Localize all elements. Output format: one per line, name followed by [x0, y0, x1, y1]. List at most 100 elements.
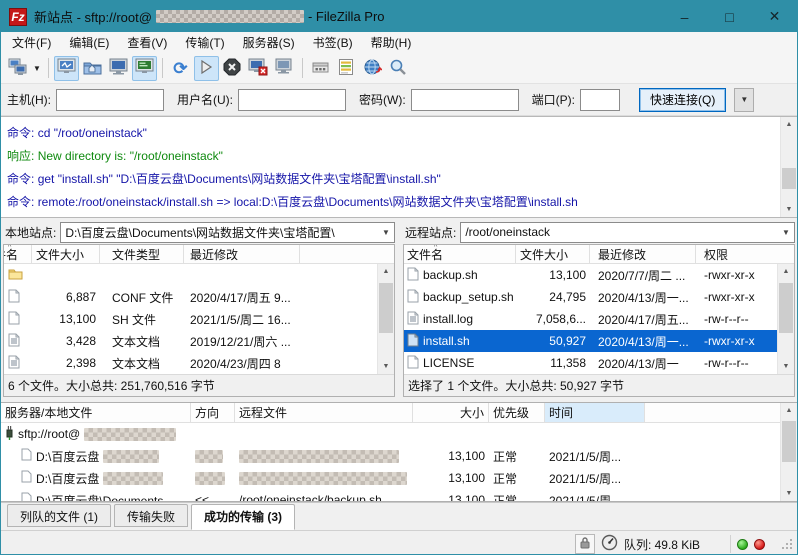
disconnect-button[interactable] — [246, 56, 271, 81]
remote-list-scrollbar[interactable]: ▲ ▼ — [777, 264, 794, 374]
remote-column-filename[interactable]: ^文件名 — [404, 245, 516, 263]
site-manager-button[interactable] — [5, 56, 30, 81]
tab-failed-transfers[interactable]: 传输失败 — [114, 504, 188, 527]
local-column-modified[interactable]: 最近修改 — [184, 245, 300, 263]
menu-item-file[interactable]: 文件(F) — [3, 32, 60, 53]
close-button[interactable]: ✕ — [752, 1, 797, 32]
table-row[interactable]: backup_setup.sh 24,795 2020/4/13/周一... -… — [404, 286, 777, 308]
remote-column-modified[interactable]: 最近修改 — [590, 245, 696, 263]
remote-column-perms[interactable]: 权限 — [696, 245, 778, 263]
remote-tree-icon — [109, 58, 128, 78]
scroll-down-icon[interactable]: ▼ — [781, 202, 797, 217]
local-list-scrollbar[interactable]: ▲ ▼ — [377, 264, 394, 374]
synchronized-browsing-button[interactable] — [360, 56, 385, 81]
table-row[interactable]: 13,100 SH 文件 2021/1/5/周二 16... — [4, 308, 377, 330]
table-row[interactable]: 2,398 文本文档 2020/4/23/周四 8 — [4, 352, 377, 374]
lock-button[interactable] — [575, 534, 595, 554]
table-row[interactable]: backup.sh 13,100 2020/7/7/周二 ... -rwxr-x… — [404, 264, 777, 286]
table-row[interactable]: 6,887 CONF 文件 2020/4/17/周五 9... — [4, 286, 377, 308]
reconnect-button[interactable] — [272, 56, 297, 81]
scrollbar-thumb[interactable] — [379, 283, 393, 333]
menu-item-server[interactable]: 服务器(S) — [234, 32, 304, 53]
username-input[interactable] — [238, 89, 346, 111]
queue-column-time[interactable]: 时间 — [545, 403, 645, 422]
chevron-down-icon[interactable]: ▼ — [378, 228, 394, 237]
password-input[interactable] — [411, 89, 519, 111]
log-scrollbar[interactable]: ▲ ▼ — [780, 117, 797, 217]
menu-item-edit[interactable]: 编辑(E) — [60, 32, 118, 53]
toggle-local-tree-button[interactable] — [80, 56, 105, 81]
scrollbar-thumb[interactable] — [782, 168, 796, 189]
toggle-message-log-button[interactable] — [54, 56, 79, 81]
search-icon — [389, 58, 407, 79]
transfer-queue-icon — [135, 58, 154, 78]
filename-filter-button[interactable] — [308, 56, 333, 81]
log-line-response: 响应: New directory is: "/root/oneinstack" — [7, 145, 774, 168]
local-column-size[interactable]: 文件大小 — [32, 245, 100, 263]
scrollbar-thumb[interactable] — [779, 283, 793, 333]
toggle-remote-tree-button[interactable] — [106, 56, 131, 81]
table-row[interactable]: install.log 7,058,6... 2020/4/17/周五... -… — [404, 308, 777, 330]
reconnect-icon — [274, 58, 294, 79]
toggle-queue-button[interactable] — [132, 56, 157, 81]
menu-item-help[interactable]: 帮助(H) — [362, 32, 421, 53]
quickconnect-dropdown[interactable]: ▼ — [734, 88, 754, 112]
local-path-combobox[interactable]: D:\百度云盘\Documents\网站数据文件夹\宝塔配置\ ▼ — [60, 222, 395, 243]
queue-server-row[interactable]: sftp://root@ — [1, 423, 780, 445]
window-title-prefix: 新站点 - sftp://root@ — [34, 7, 152, 26]
local-column-type[interactable]: 文件类型 — [100, 245, 184, 263]
scroll-down-icon[interactable]: ▼ — [778, 359, 794, 374]
resize-grip[interactable] — [781, 538, 793, 550]
table-row[interactable]: LICENSE 11,358 2020/4/13/周一 -rw-r--r-- — [404, 352, 777, 374]
scroll-up-icon[interactable]: ▲ — [781, 117, 797, 132]
scroll-down-icon[interactable]: ▼ — [378, 359, 394, 374]
remote-pane: 远程站点: /root/oneinstack ▼ ^文件名 文件大小 最近修改 … — [401, 218, 797, 397]
tab-queued-files[interactable]: 列队的文件 (1) — [7, 504, 111, 527]
local-pane: 本地站点: D:\百度云盘\Documents\网站数据文件夹\宝塔配置\ ▼ … — [1, 218, 397, 397]
chevron-down-icon[interactable]: ▼ — [778, 228, 794, 237]
remote-column-size[interactable]: 文件大小 — [516, 245, 590, 263]
queue-column-local[interactable]: 服务器/本地文件 — [1, 403, 191, 422]
maximize-button[interactable]: □ — [707, 1, 752, 32]
cancel-button[interactable] — [220, 56, 245, 81]
queue-column-size[interactable]: 大小 — [413, 403, 489, 422]
menu-item-transfer[interactable]: 传输(T) — [176, 32, 233, 53]
queue-file-row[interactable]: D:\百度云盘 13,100 正常 2021/1/5/周... — [1, 445, 780, 467]
menu-item-view[interactable]: 查看(V) — [118, 32, 176, 53]
queue-column-direction[interactable]: 方向 — [191, 403, 235, 422]
table-row[interactable]: 3,428 文本文档 2019/12/21/周六 ... — [4, 330, 377, 352]
window-title: 新站点 - sftp://root@ - FileZilla Pro — [34, 7, 385, 26]
filezilla-window: Fz 新站点 - sftp://root@ - FileZilla Pro – … — [0, 0, 798, 555]
port-input[interactable] — [580, 89, 620, 111]
disconnect-icon — [248, 58, 268, 79]
search-button[interactable] — [386, 56, 411, 81]
directory-comparison-button[interactable] — [334, 56, 359, 81]
text-file-icon — [407, 311, 419, 328]
scroll-up-icon[interactable]: ▲ — [781, 403, 797, 418]
scrollbar-thumb[interactable] — [782, 421, 796, 462]
queue-column-remote[interactable]: 远程文件 — [235, 403, 413, 422]
scroll-up-icon[interactable]: ▲ — [378, 264, 394, 279]
speed-limit-button[interactable] — [601, 534, 618, 554]
remote-file-list: ^文件名 文件大小 最近修改 权限 backup.sh 13,100 2020/… — [403, 244, 795, 397]
gauge-icon — [601, 540, 618, 554]
table-row-selected[interactable]: install.sh 50,927 2020/4/13/周一... -rwxr-… — [404, 330, 777, 352]
censored-text — [84, 428, 176, 441]
menu-item-bookmarks[interactable]: 书签(B) — [304, 32, 362, 53]
quickconnect-button[interactable]: 快速连接(Q) — [639, 88, 726, 112]
queue-file-row[interactable]: D:\百度云盘\Documents << /root/oneinstack/ba… — [1, 489, 780, 501]
scroll-down-icon[interactable]: ▼ — [781, 486, 797, 501]
table-row[interactable] — [4, 264, 377, 286]
remote-path-combobox[interactable]: /root/oneinstack ▼ — [460, 222, 795, 243]
queue-column-priority[interactable]: 优先级 — [489, 403, 545, 422]
site-manager-dropdown[interactable]: ▼ — [33, 64, 41, 73]
process-queue-button[interactable] — [194, 56, 219, 81]
scroll-up-icon[interactable]: ▲ — [778, 264, 794, 279]
refresh-button[interactable]: ⟳ — [168, 56, 193, 81]
queue-scrollbar[interactable]: ▲ ▼ — [780, 403, 797, 501]
tab-successful-transfers[interactable]: 成功的传输 (3) — [191, 504, 295, 530]
host-input[interactable] — [56, 89, 164, 111]
minimize-button[interactable]: – — [662, 1, 707, 32]
local-column-filename[interactable]: ^文件名 — [4, 245, 32, 263]
queue-file-row[interactable]: D:\百度云盘 13,100 正常 2021/1/5/周... — [1, 467, 780, 489]
